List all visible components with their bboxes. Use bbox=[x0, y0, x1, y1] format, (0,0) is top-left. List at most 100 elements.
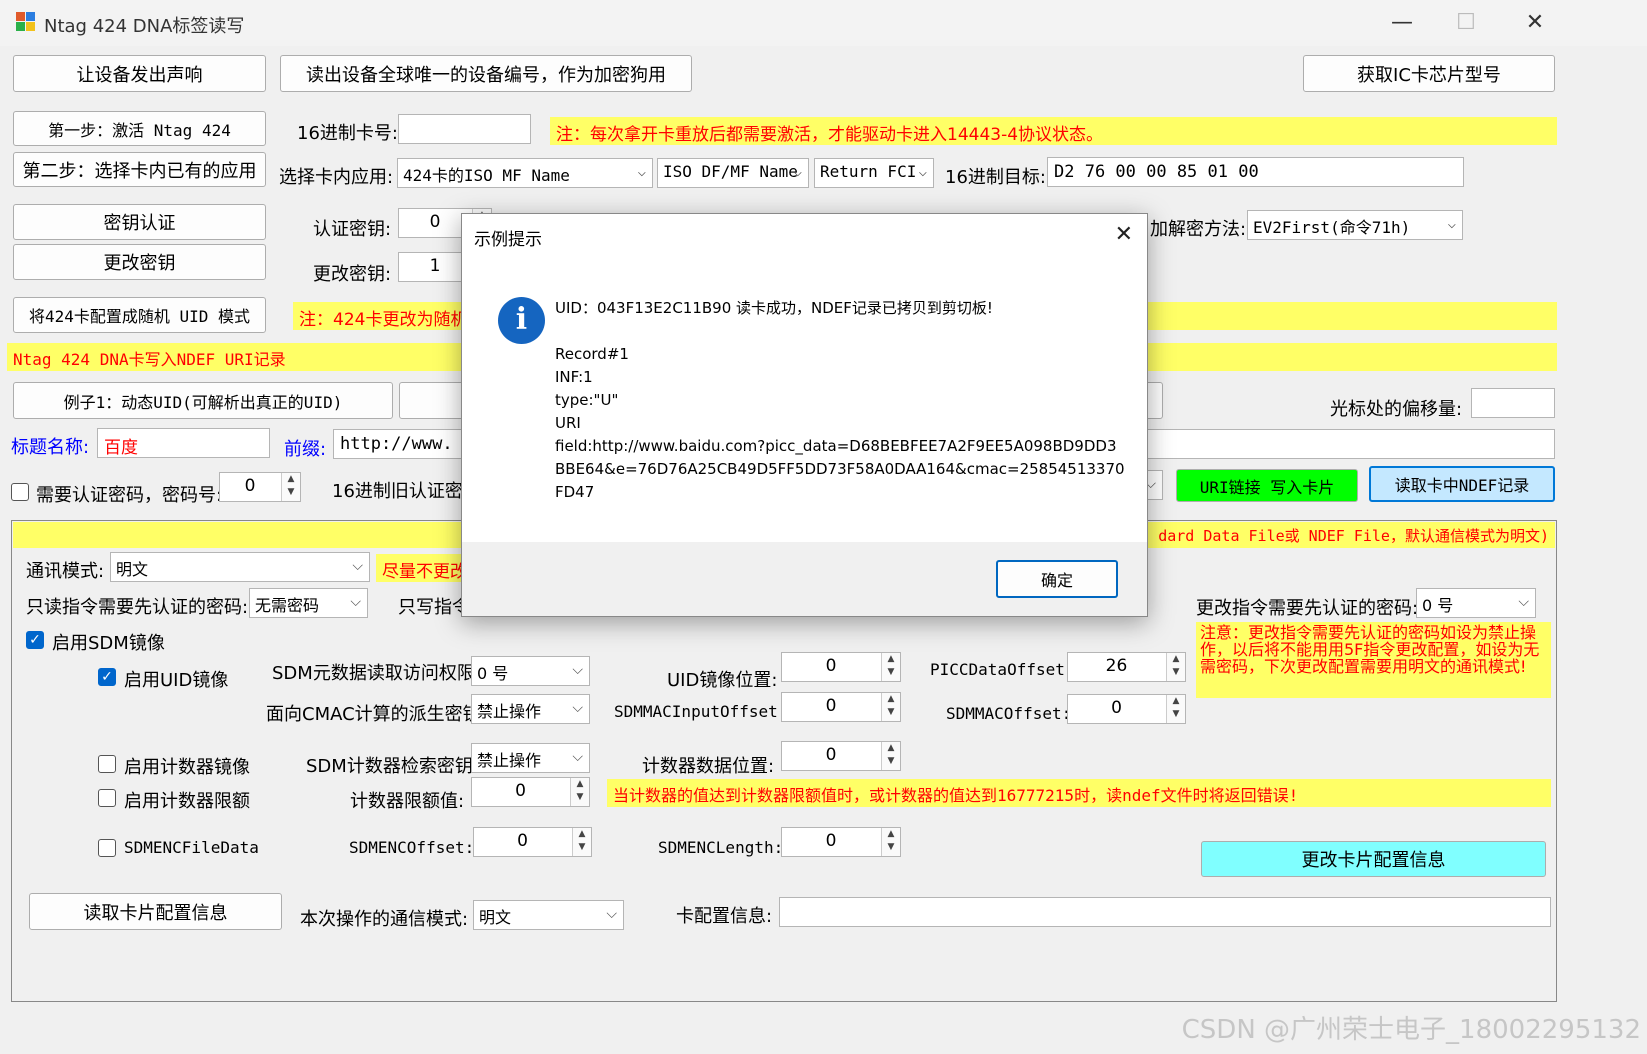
spin-arrows-icon[interactable]: ▲▼ bbox=[1166, 695, 1185, 723]
enc-length-stepper[interactable]: 0 ▲ ▼ bbox=[781, 827, 901, 857]
chevron-down-icon: ⌵ bbox=[918, 164, 927, 180]
picc-offset-stepper[interactable]: 26 ▲ ▼ bbox=[1067, 652, 1186, 682]
chevron-down-icon: ⌵ bbox=[637, 164, 646, 180]
counter-key-select[interactable]: 禁止操作 ⌵ bbox=[471, 743, 590, 773]
change-key-label: 更改密钥: bbox=[313, 264, 392, 285]
readonly-pwd-select[interactable]: 无需密码 ⌵ bbox=[249, 588, 368, 618]
hex-target-label: 16进制目标: bbox=[945, 167, 1046, 188]
dialog-close-icon[interactable]: ✕ bbox=[1115, 222, 1133, 247]
counter-mirror-label: 启用计数器镜像 bbox=[124, 757, 250, 778]
title-name-input[interactable]: 百度 bbox=[97, 428, 270, 458]
hex-card-input[interactable] bbox=[398, 114, 531, 144]
enc-length-label: SDMENCLength: bbox=[658, 838, 784, 857]
spin-arrows-icon[interactable]: ▲▼ bbox=[1166, 653, 1185, 681]
change-pwd-select[interactable]: 0 号 ⌵ bbox=[1416, 588, 1536, 618]
sdm-meta-value: 0 号 bbox=[477, 664, 509, 683]
write-uri-button[interactable]: URI链接 写入卡片 bbox=[1176, 469, 1358, 502]
mac-input-offset-value: 0 bbox=[825, 696, 837, 716]
cmac-key-select[interactable]: 禁止操作 ⌵ bbox=[471, 694, 590, 724]
auth-pwd-value: 0 bbox=[244, 476, 256, 496]
prefix-label: 前缀: bbox=[284, 439, 327, 460]
key-auth-button[interactable]: 密钥认证 bbox=[13, 204, 266, 240]
activate-button[interactable]: 第一步：激活 Ntag 424 bbox=[13, 111, 266, 146]
hex-card-label: 16进制卡号: bbox=[297, 123, 398, 144]
cursor-offset-input[interactable] bbox=[1471, 388, 1555, 418]
spin-arrows-icon[interactable]: ▲▼ bbox=[881, 653, 900, 681]
mac-offset-stepper[interactable]: 0 ▲ ▼ bbox=[1067, 694, 1186, 724]
counter-mirror-checkbox[interactable] bbox=[98, 755, 116, 773]
read-ndef-button[interactable]: 读取卡中NDEF记录 bbox=[1369, 466, 1555, 502]
uid-mirror-label: 启用UID镜像 bbox=[124, 670, 229, 691]
cmac-key-label: 面向CMAC计算的派生密钥: bbox=[266, 704, 487, 725]
chevron-down-icon: ⌵ bbox=[572, 662, 583, 678]
uid-pos-stepper[interactable]: 0 ▲ ▼ bbox=[781, 652, 901, 682]
counter-pos-stepper[interactable]: 0 ▲ ▼ bbox=[781, 741, 901, 771]
spin-arrows-icon[interactable]: ▲▼ bbox=[570, 778, 589, 806]
chevron-down-icon: ⌵ bbox=[606, 906, 617, 922]
card-config-info-label: 卡配置信息: bbox=[676, 906, 773, 927]
df-select[interactable]: ISO DF/MF Name ⌵ bbox=[657, 158, 809, 188]
uid-pos-label: UID镜像位置: bbox=[667, 670, 778, 691]
change-key-button[interactable]: 更改密钥 bbox=[13, 244, 266, 280]
counter-limit-label: 启用计数器限额 bbox=[124, 791, 250, 812]
comm-mode-label: 通讯模式: bbox=[26, 561, 105, 582]
ok-button[interactable]: 确定 bbox=[996, 560, 1118, 598]
fci-select-value: Return FCI bbox=[820, 162, 917, 181]
change-card-config-button[interactable]: 更改卡片配置信息 bbox=[1201, 841, 1546, 877]
limit-value-stepper[interactable]: 0 ▲ ▼ bbox=[471, 777, 590, 807]
card-config-info-input[interactable] bbox=[779, 897, 1551, 927]
enc-file-checkbox[interactable] bbox=[98, 839, 116, 857]
auth-pwd-stepper[interactable]: 0 ▲ ▼ bbox=[219, 472, 301, 502]
mac-offset-value: 0 bbox=[1111, 698, 1122, 718]
app-icon bbox=[16, 12, 36, 32]
beep-button[interactable]: 让设备发出声响 bbox=[13, 55, 266, 92]
chevron-down-icon: ⌵ bbox=[352, 558, 363, 574]
spin-arrows-icon[interactable]: ▲▼ bbox=[572, 828, 591, 856]
counter-pos-label: 计数器数据位置: bbox=[642, 756, 775, 777]
window-title: Ntag 424 DNA标签读写 bbox=[44, 16, 245, 37]
spin-arrows-icon[interactable]: ▲▼ bbox=[881, 828, 900, 856]
spin-arrows-icon[interactable]: ▲▼ bbox=[881, 693, 900, 721]
writeonly-pwd-label: 只写指令 bbox=[398, 597, 470, 618]
select-app-button[interactable]: 第二步：选择卡内已有的应用 bbox=[13, 152, 266, 187]
minimize-button[interactable]: — bbox=[1372, 6, 1432, 40]
change-pwd-note: 注意：更改指令需要先认证的密码如设为禁止操作，以后将不能用用5F指令更改配置，如… bbox=[1196, 622, 1551, 698]
sdm-mirror-checkbox[interactable]: ✓ bbox=[26, 631, 44, 649]
enc-offset-stepper[interactable]: 0 ▲ ▼ bbox=[473, 827, 592, 857]
op-mode-select[interactable]: 明文 ⌵ bbox=[473, 900, 624, 930]
uid-mirror-checkbox[interactable]: ✓ bbox=[98, 668, 116, 686]
spin-arrows-icon[interactable]: ▲▼ bbox=[281, 473, 300, 501]
checkmark-icon: ✓ bbox=[101, 669, 113, 685]
auth-key-label: 认证密钥: bbox=[313, 219, 392, 240]
example-dynamic-uid-button[interactable]: 例子1：动态UID(可解析出真正的UID) bbox=[13, 382, 393, 419]
counter-limit-checkbox[interactable] bbox=[98, 789, 116, 807]
maximize-button[interactable]: ☐ bbox=[1436, 6, 1496, 40]
uid-pos-value: 0 bbox=[825, 656, 837, 676]
enc-offset-label: SDMENCOffset: bbox=[349, 838, 475, 857]
mac-input-offset-label: SDMMACInputOffset: bbox=[614, 702, 788, 721]
limit-value-value: 0 bbox=[515, 781, 526, 801]
hex-target-input[interactable]: D2 76 00 00 85 01 00 bbox=[1047, 157, 1464, 187]
enc-offset-value: 0 bbox=[517, 831, 528, 851]
close-button[interactable]: ✕ bbox=[1505, 6, 1565, 40]
mac-input-offset-stepper[interactable]: 0 ▲ ▼ bbox=[781, 692, 901, 722]
chevron-down-icon: ⌵ bbox=[572, 749, 583, 765]
read-card-config-button[interactable]: 读取卡片配置信息 bbox=[29, 893, 282, 930]
comm-mode-select[interactable]: 明文 ⌵ bbox=[110, 552, 370, 582]
random-uid-button[interactable]: 将424卡配置成随机 UID 模式 bbox=[13, 297, 266, 333]
read-device-uid-button[interactable]: 读出设备全球唯一的设备编号，作为加密狗用 bbox=[280, 55, 692, 92]
limit-value-label: 计数器限额值: bbox=[350, 791, 465, 812]
need-auth-checkbox[interactable] bbox=[11, 483, 29, 501]
crypto-method-select[interactable]: EV2First(命令71h) ⌵ bbox=[1247, 210, 1463, 240]
counter-limit-note: 当计数器的值达到计数器限额值时，或计数器的值达到16777215时，读ndef文… bbox=[607, 779, 1551, 807]
title-bar: Ntag 424 DNA标签读写 — ☐ ✕ bbox=[0, 0, 1647, 46]
sdm-meta-select[interactable]: 0 号 ⌵ bbox=[471, 656, 590, 686]
app-select[interactable]: 424卡的ISO MF Name ⌵ bbox=[397, 158, 653, 188]
get-chip-type-button[interactable]: 获取IC卡芯片型号 bbox=[1303, 55, 1555, 92]
counter-key-label: SDM计数器检索密钥: bbox=[306, 756, 479, 777]
picc-offset-value: 26 bbox=[1105, 656, 1128, 676]
cmac-key-value: 禁止操作 bbox=[477, 702, 542, 721]
title-name-label: 标题名称: bbox=[11, 437, 90, 458]
fci-select[interactable]: Return FCI ⌵ bbox=[814, 158, 934, 188]
spin-arrows-icon[interactable]: ▲▼ bbox=[881, 742, 900, 770]
